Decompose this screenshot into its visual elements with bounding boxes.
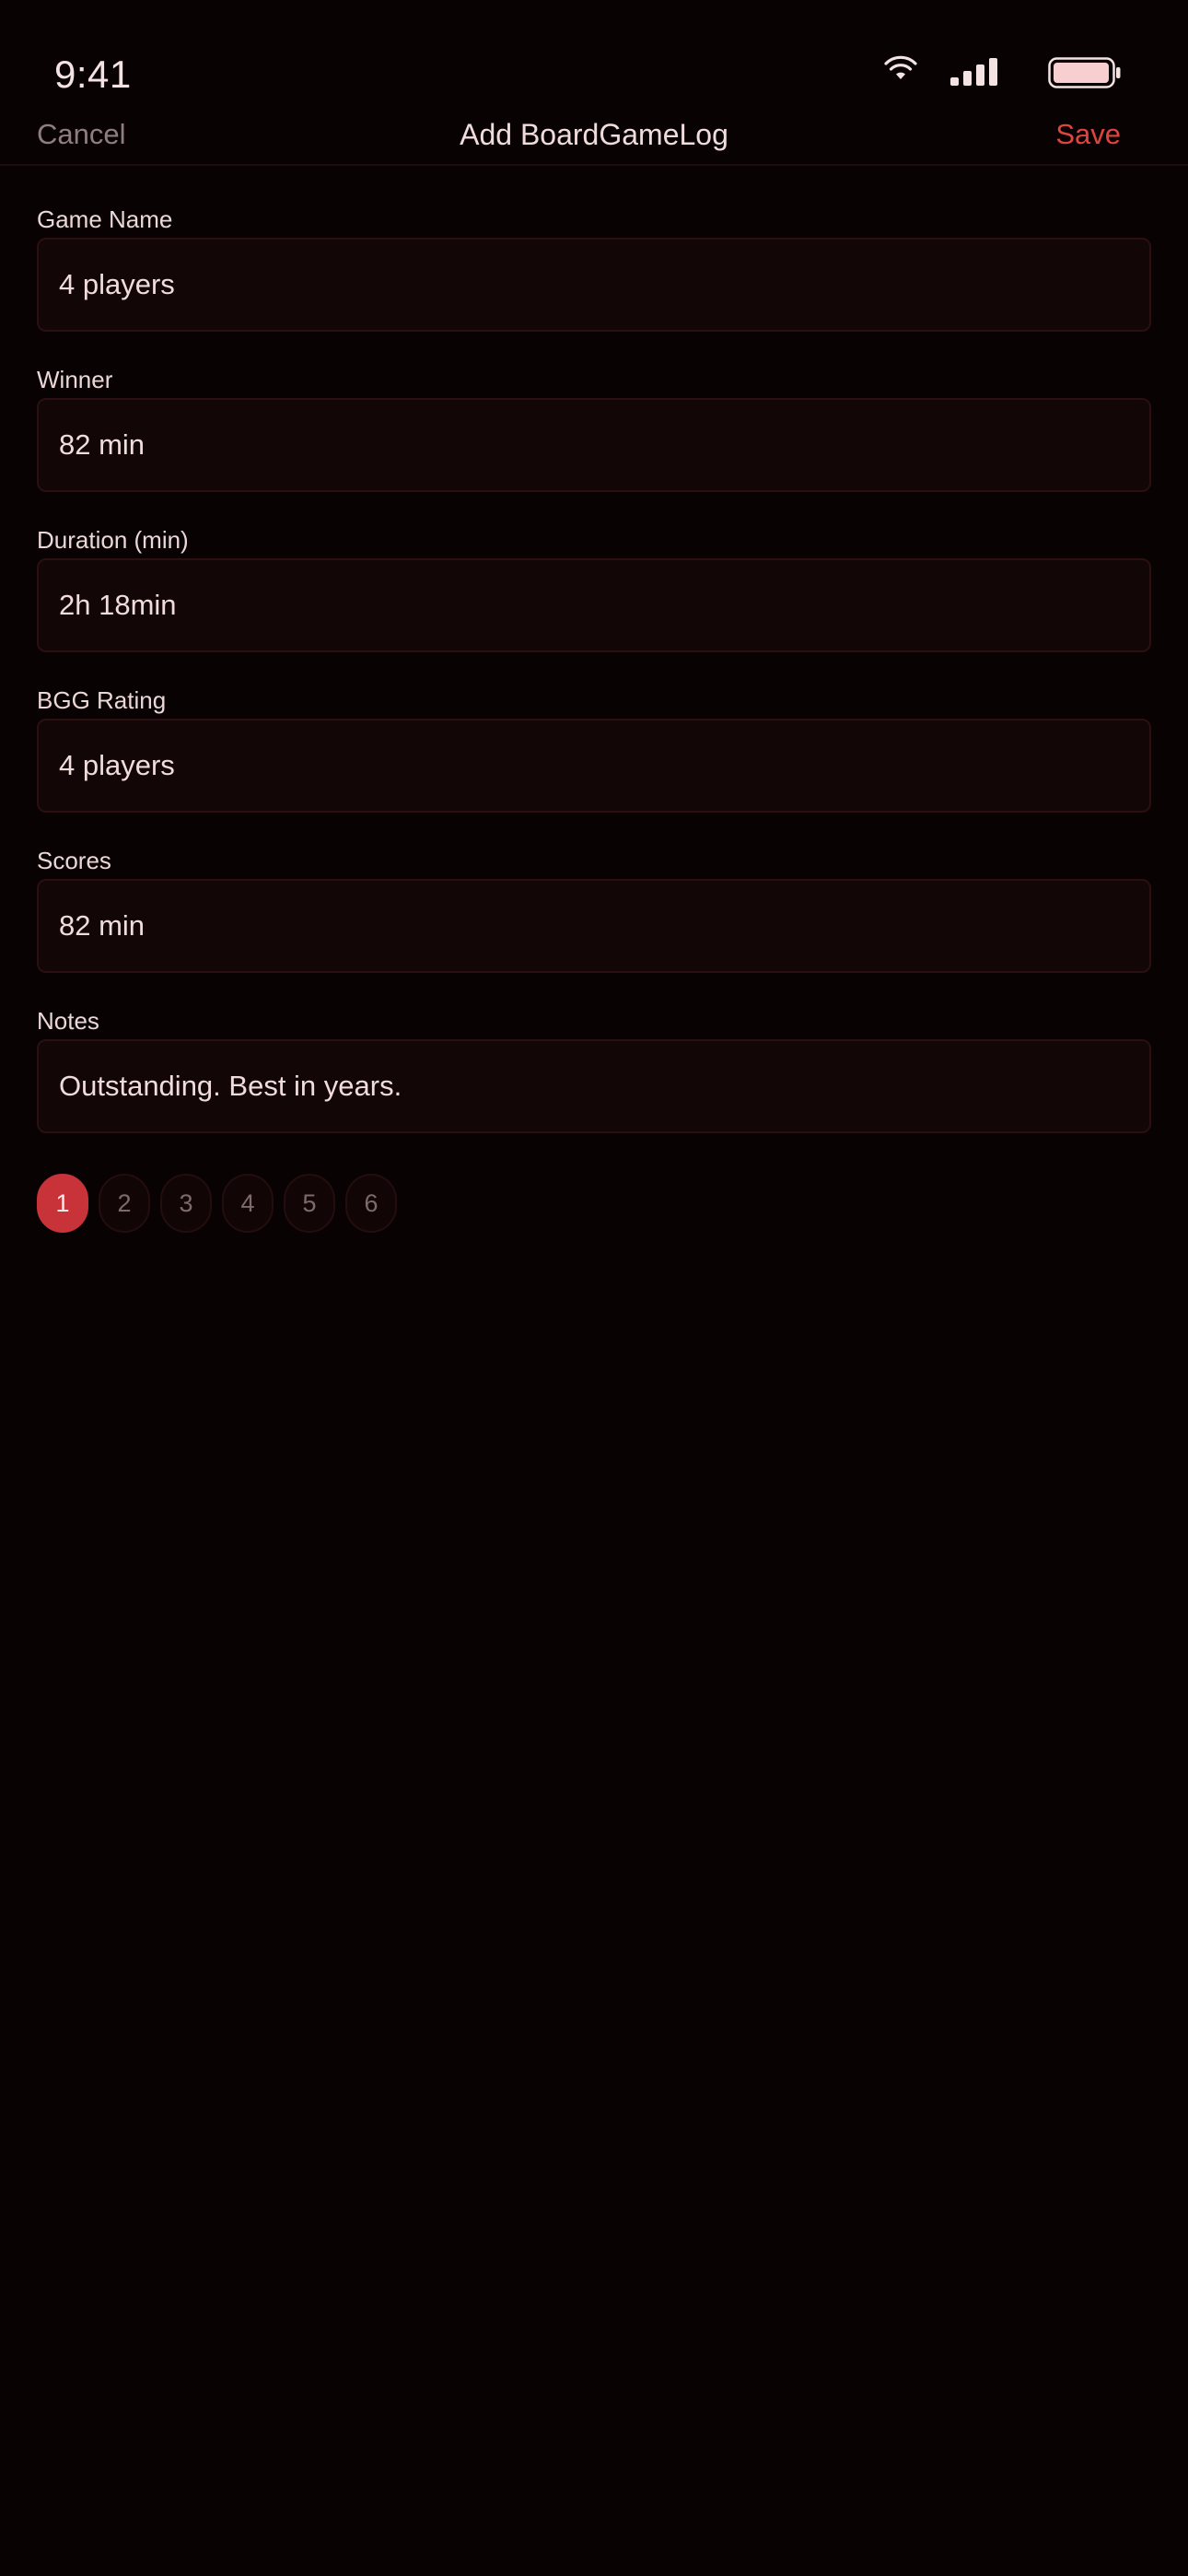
battery-icon (1048, 57, 1121, 88)
page-button-2[interactable]: 2 (99, 1174, 150, 1233)
bgg-rating-input[interactable]: 4 players (37, 719, 1151, 813)
field-notes: Notes Outstanding. Best in years. (37, 1006, 1151, 1166)
board-game-log-form: Game Name 4 players Winner 82 min Durati… (37, 205, 1151, 1166)
page-selector: 1 2 3 4 5 6 (37, 1174, 397, 1233)
field-label-duration: Duration (min) (37, 526, 189, 554)
page-button-3[interactable]: 3 (160, 1174, 212, 1233)
page-button-6[interactable]: 6 (345, 1174, 397, 1233)
field-label-winner: Winner (37, 366, 113, 393)
save-button[interactable]: Save (1055, 116, 1121, 153)
field-label-game-name: Game Name (37, 205, 173, 233)
field-label-notes: Notes (37, 1007, 99, 1035)
duration-input[interactable]: 2h 18min (37, 558, 1151, 652)
field-game-name: Game Name 4 players (37, 205, 1151, 365)
notes-input[interactable]: Outstanding. Best in years. (37, 1039, 1151, 1133)
wifi-icon (884, 55, 917, 79)
page-button-1[interactable]: 1 (37, 1174, 88, 1233)
nav-bar: Cancel Add BoardGameLog Save (0, 109, 1188, 166)
scores-input[interactable]: 82 min (37, 879, 1151, 973)
game-name-input[interactable]: 4 players (37, 238, 1151, 332)
status-bar: 9:41 (0, 0, 1188, 109)
page-button-4[interactable]: 4 (222, 1174, 274, 1233)
page-button-5[interactable]: 5 (284, 1174, 335, 1233)
field-scores: Scores 82 min (37, 846, 1151, 1006)
status-time: 9:41 (54, 53, 132, 96)
field-duration: Duration (min) 2h 18min (37, 525, 1151, 685)
winner-input[interactable]: 82 min (37, 398, 1151, 492)
field-bgg-rating: BGG Rating 4 players (37, 685, 1151, 846)
field-label-scores: Scores (37, 847, 111, 874)
screen: 9:41 Cancel Add BoardGameLog Save Game N… (0, 0, 1188, 2576)
page-title: Add BoardGameLog (460, 118, 728, 151)
signal-icon (950, 58, 997, 86)
field-winner: Winner 82 min (37, 365, 1151, 525)
field-label-bgg-rating: BGG Rating (37, 686, 167, 714)
